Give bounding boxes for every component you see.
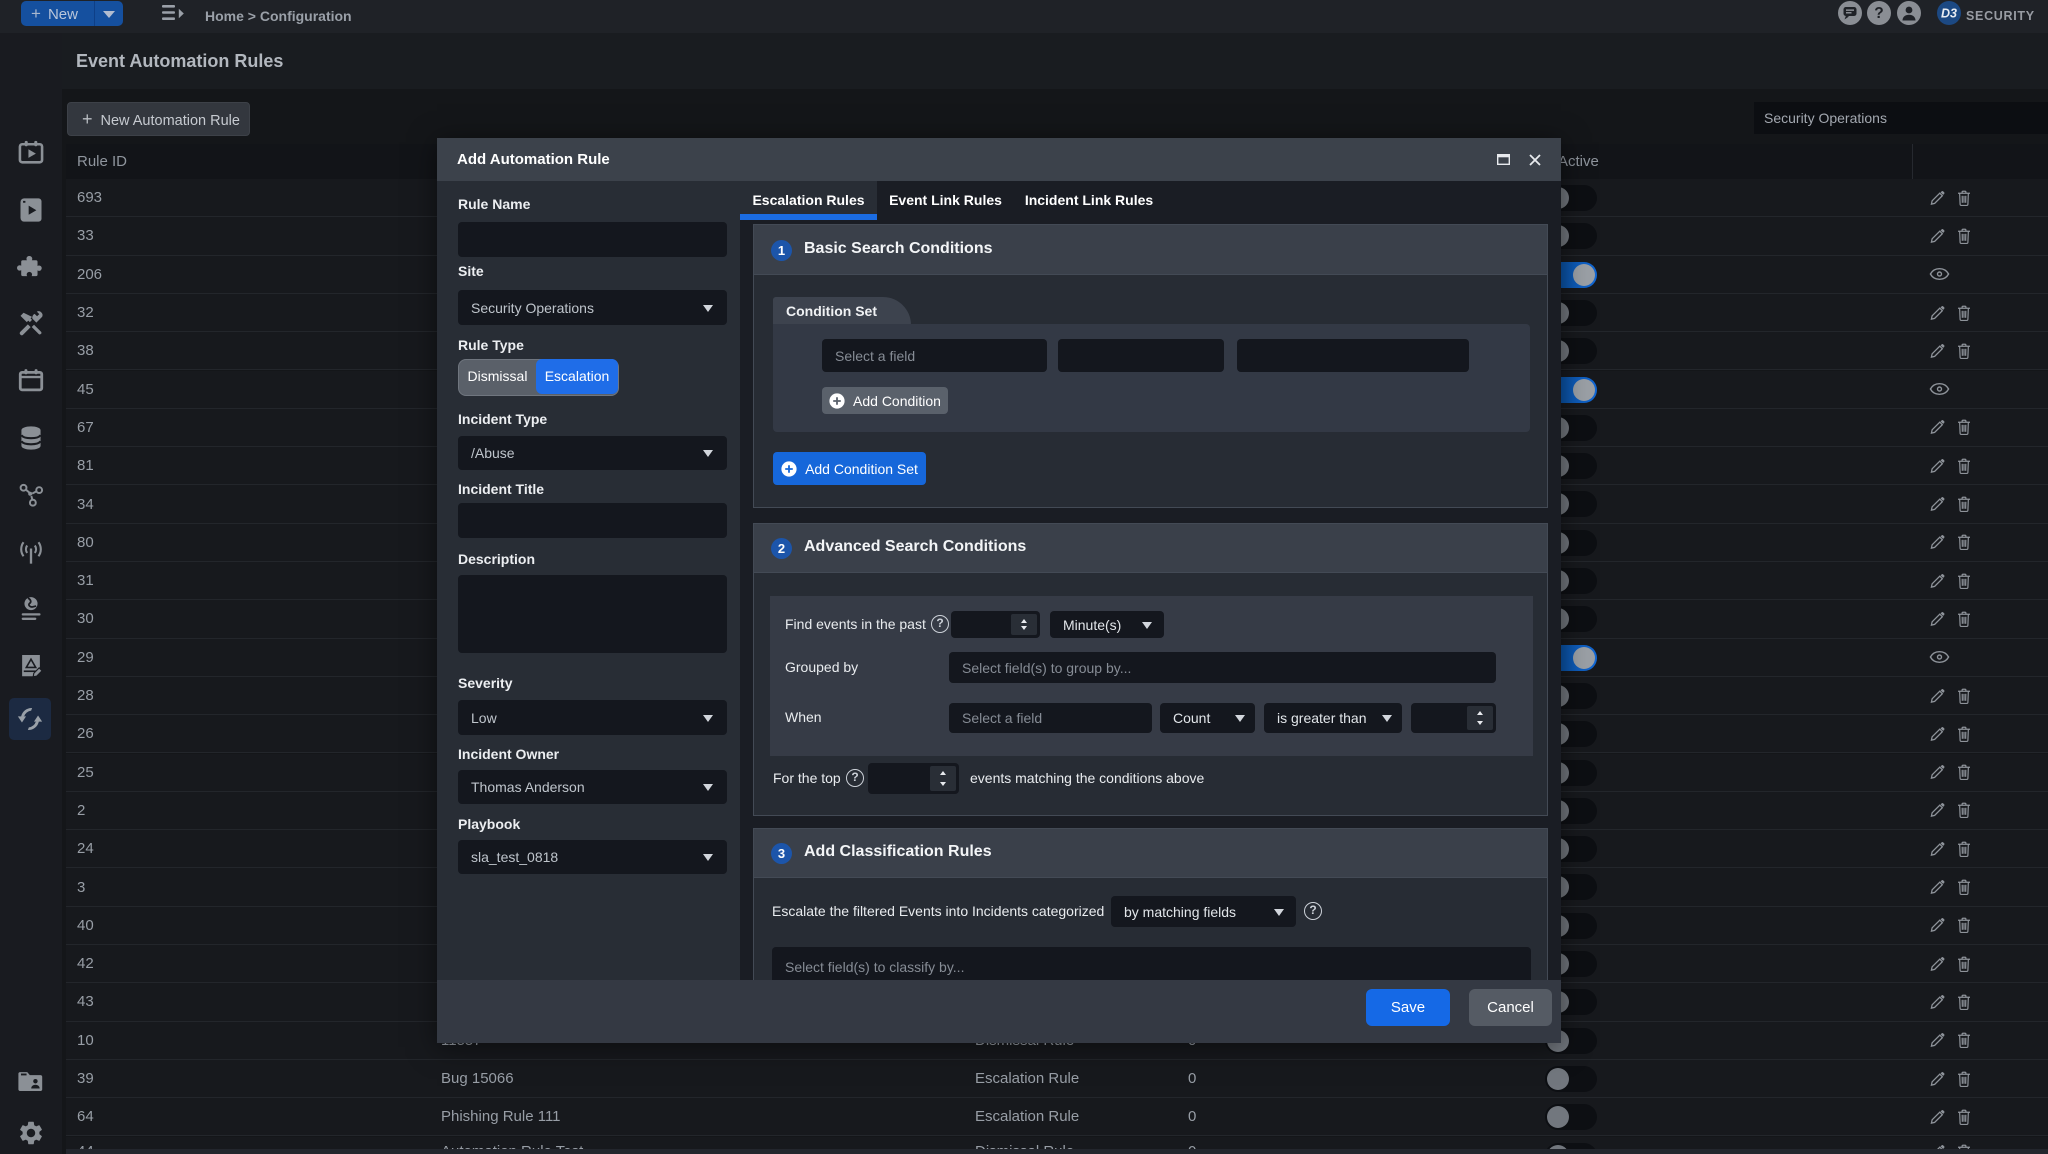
svg-text:?: ? xyxy=(1874,5,1883,22)
svg-text:D3: D3 xyxy=(1941,6,1957,20)
